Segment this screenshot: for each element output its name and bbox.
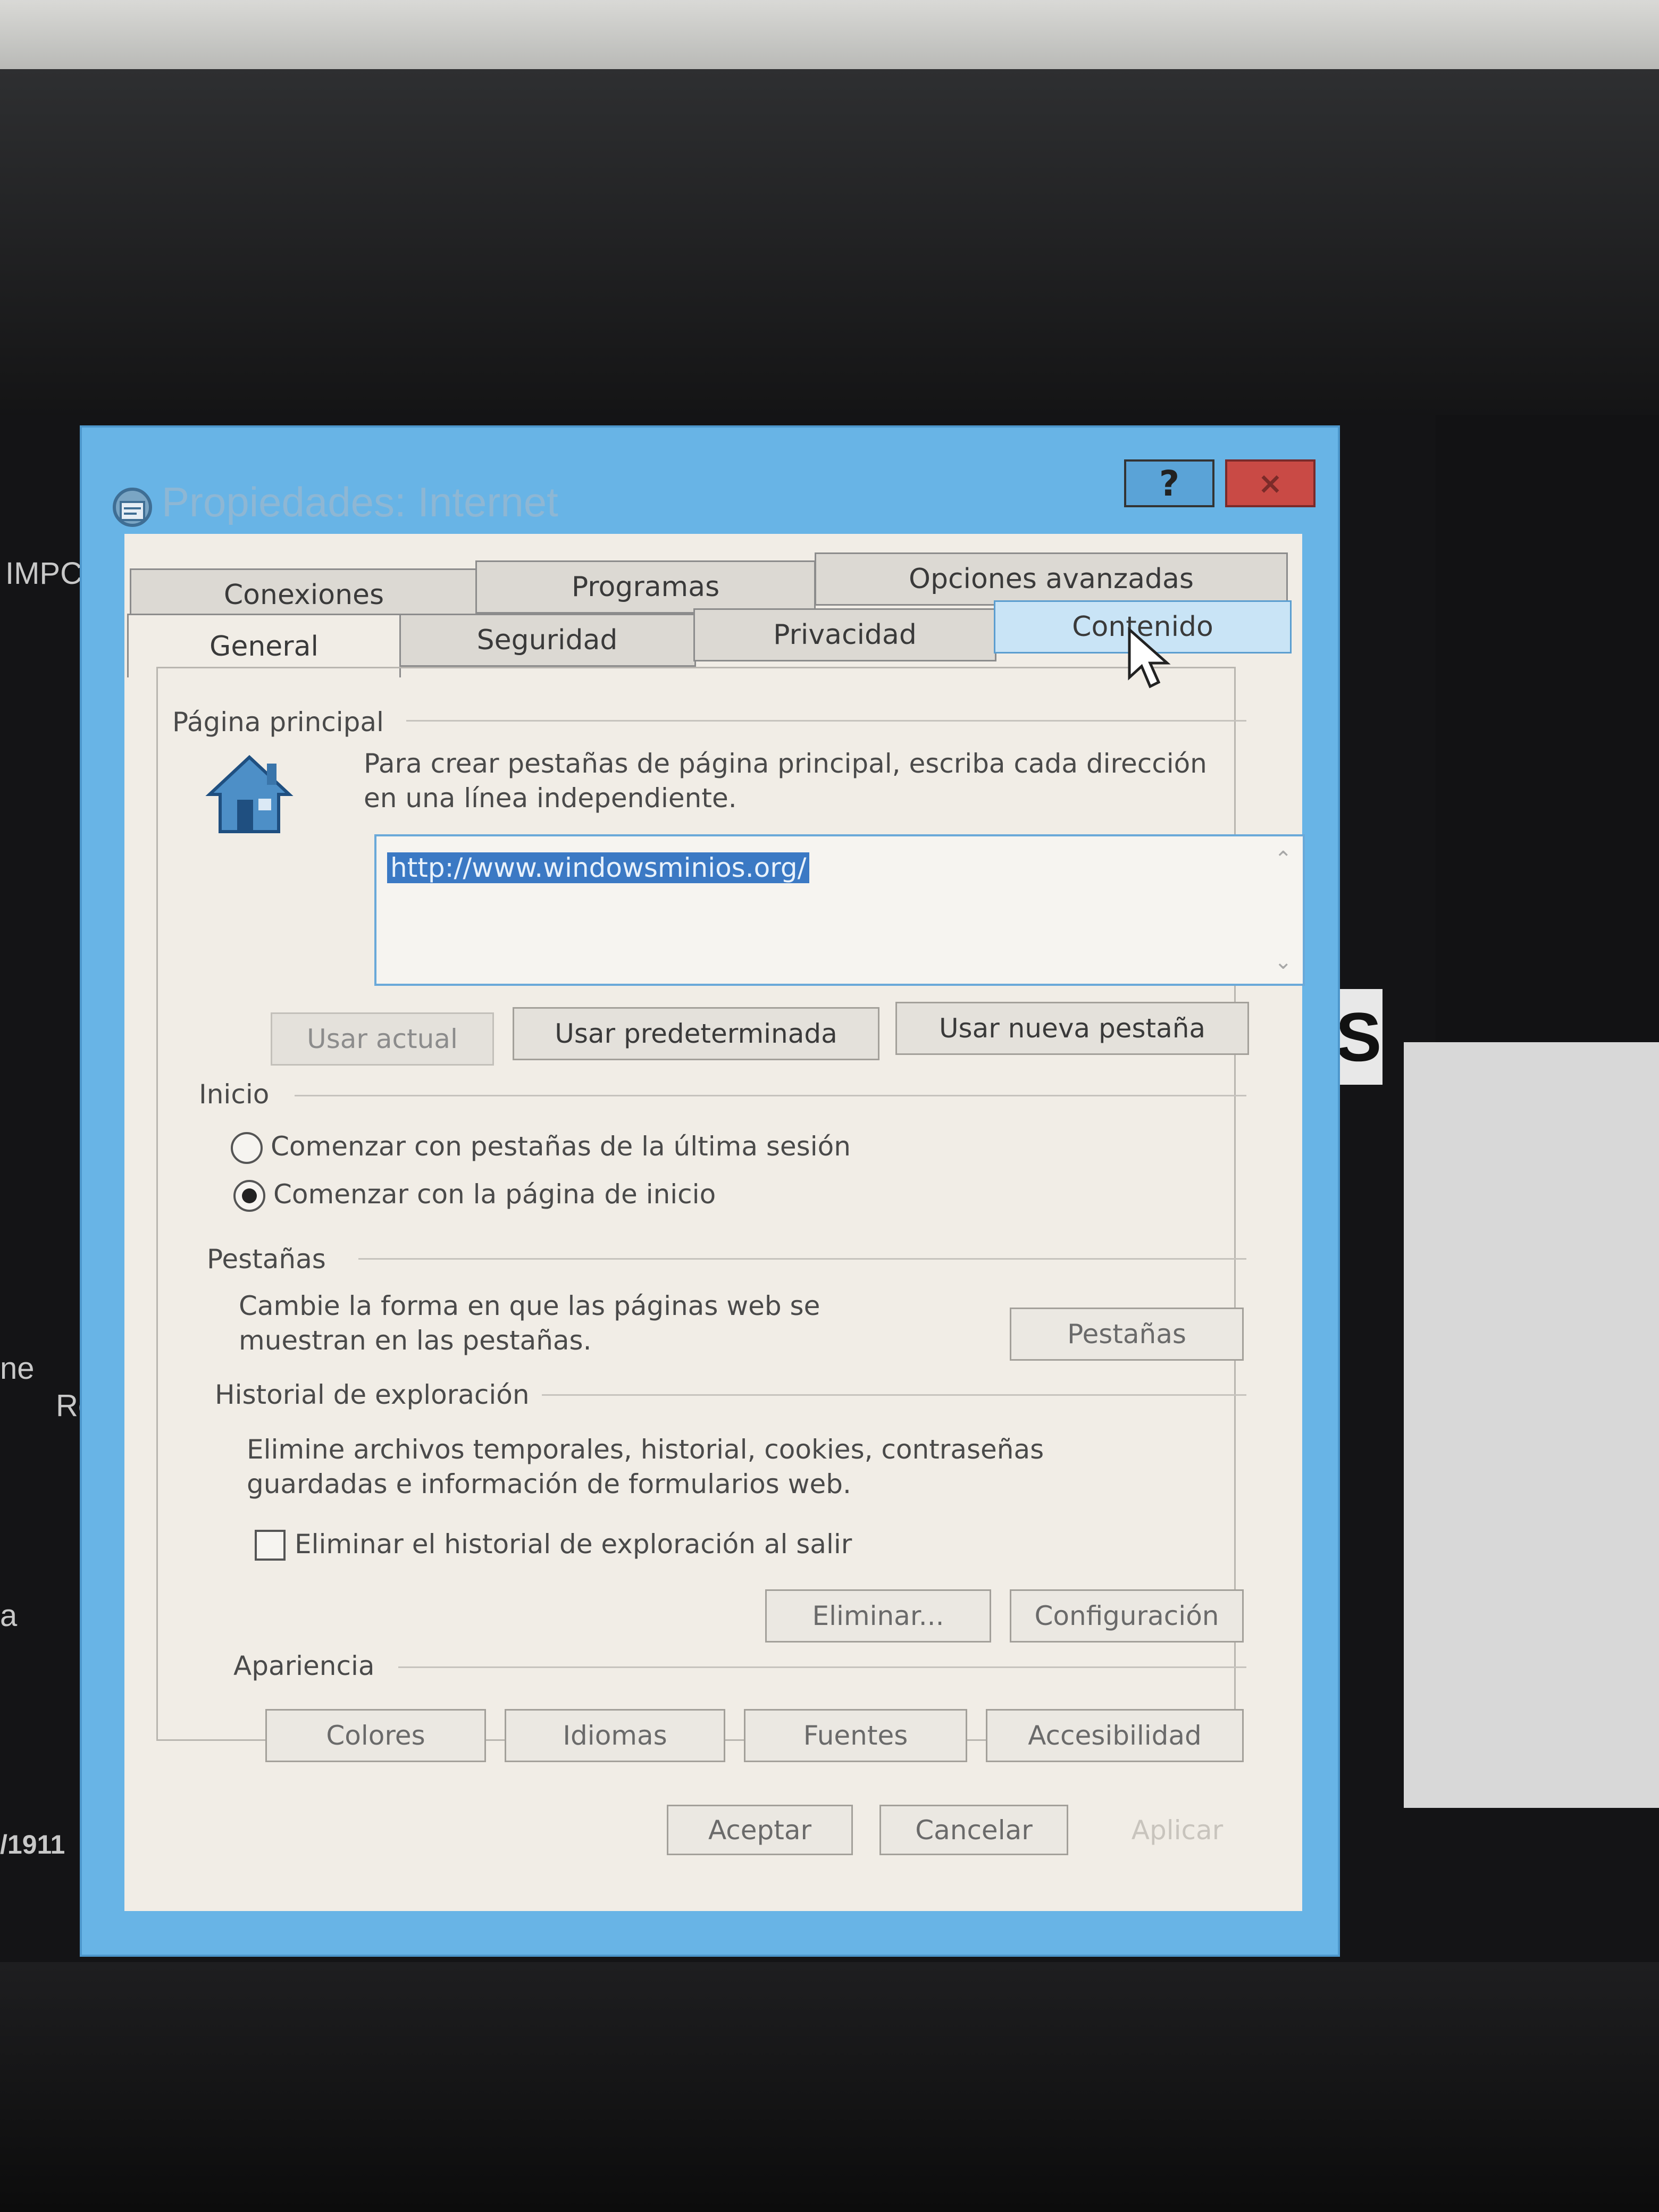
- accessibility-button[interactable]: Accesibilidad: [986, 1709, 1244, 1762]
- bg-tile: S: [1335, 989, 1382, 1085]
- scroll-up-icon[interactable]: ⌃: [1274, 847, 1292, 872]
- radio-home-page[interactable]: [233, 1180, 265, 1212]
- tabs-description-line1: Cambie la forma en que las páginas web s…: [239, 1291, 820, 1321]
- cancel-button[interactable]: Cancelar: [879, 1805, 1068, 1855]
- colors-button[interactable]: Colores: [265, 1709, 486, 1762]
- bg-label-impc: IMPC: [5, 556, 82, 591]
- window-title: Propiedades: Internet: [162, 479, 558, 525]
- internet-properties-window: Propiedades: Internet ? × Conexiones Pro…: [80, 425, 1340, 1957]
- bg-label-ne: ne: [0, 1351, 35, 1386]
- home-page-description-line1: Para crear pestañas de página principal,…: [364, 748, 1207, 779]
- fonts-button[interactable]: Fuentes: [744, 1709, 967, 1762]
- history-divider: [542, 1394, 1246, 1396]
- use-current-button[interactable]: Usar actual: [271, 1012, 494, 1066]
- tab-opciones-avanzadas[interactable]: Opciones avanzadas: [815, 552, 1288, 606]
- home-page-divider: [406, 720, 1246, 722]
- bg-label-1911: /1911: [0, 1830, 65, 1859]
- radio-last-session[interactable]: [231, 1132, 263, 1164]
- delete-history-on-exit-checkbox[interactable]: [255, 1530, 286, 1561]
- radio-selected-dot: [242, 1188, 257, 1203]
- tab-privacidad[interactable]: Privacidad: [693, 608, 996, 661]
- use-new-tab-button[interactable]: Usar nueva pestaña: [895, 1002, 1249, 1055]
- monitor-bezel-bottom: [0, 1962, 1659, 2212]
- internet-options-icon: [113, 488, 152, 527]
- apply-button[interactable]: Aplicar: [1092, 1805, 1262, 1855]
- ok-button[interactable]: Aceptar: [667, 1805, 853, 1855]
- close-button[interactable]: ×: [1225, 459, 1316, 507]
- startup-divider: [295, 1095, 1246, 1096]
- dialog-client-area: Conexiones Programas Opciones avanzadas …: [124, 534, 1305, 1911]
- tab-seguridad[interactable]: Seguridad: [398, 614, 696, 667]
- tab-programas[interactable]: Programas: [475, 560, 816, 614]
- tabs-settings-button[interactable]: Pestañas: [1010, 1308, 1244, 1361]
- desktop-right-region: [1436, 415, 1659, 1042]
- option-home-page-label: Comenzar con la página de inicio: [273, 1179, 716, 1210]
- desktop-right-panel: [1404, 1042, 1659, 1808]
- mouse-cursor-icon: [1128, 627, 1171, 689]
- house-icon: [205, 755, 294, 833]
- startup-group-label: Inicio: [199, 1079, 270, 1110]
- appearance-divider: [398, 1666, 1246, 1668]
- history-description-line1: Elimine archivos temporales, historial, …: [247, 1434, 1044, 1465]
- languages-button[interactable]: Idiomas: [505, 1709, 725, 1762]
- use-default-button[interactable]: Usar predeterminada: [513, 1007, 879, 1060]
- tabs-group-label: Pestañas: [207, 1244, 326, 1275]
- history-description-line2: guardadas e información de formularios w…: [247, 1469, 851, 1499]
- option-last-session-label: Comenzar con pestañas de la última sesió…: [271, 1131, 851, 1162]
- home-page-description-line2: en una línea independiente.: [364, 783, 737, 814]
- tabs-description-line2: muestran en las pestañas.: [239, 1325, 592, 1356]
- history-group-label: Historial de exploración: [215, 1379, 530, 1410]
- scroll-down-icon[interactable]: ⌄: [1274, 950, 1292, 974]
- help-button[interactable]: ?: [1124, 459, 1214, 507]
- history-settings-button[interactable]: Configuración: [1010, 1589, 1244, 1643]
- home-page-url-textarea[interactable]: http://www.windowsminios.org/ ⌃ ⌄: [374, 834, 1305, 986]
- bg-label-a: a: [0, 1598, 18, 1633]
- delete-history-on-exit-label: Eliminar el historial de exploración al …: [295, 1529, 852, 1560]
- home-page-url-value: http://www.windowsminios.org/: [387, 852, 810, 883]
- monitor-bezel-top: [0, 69, 1659, 431]
- delete-history-button[interactable]: Eliminar...: [765, 1589, 991, 1643]
- appearance-group-label: Apariencia: [233, 1650, 375, 1681]
- tabs-divider: [358, 1258, 1246, 1260]
- titlebar[interactable]: Propiedades: Internet ? ×: [82, 428, 1338, 534]
- home-page-group-label: Página principal: [172, 707, 384, 738]
